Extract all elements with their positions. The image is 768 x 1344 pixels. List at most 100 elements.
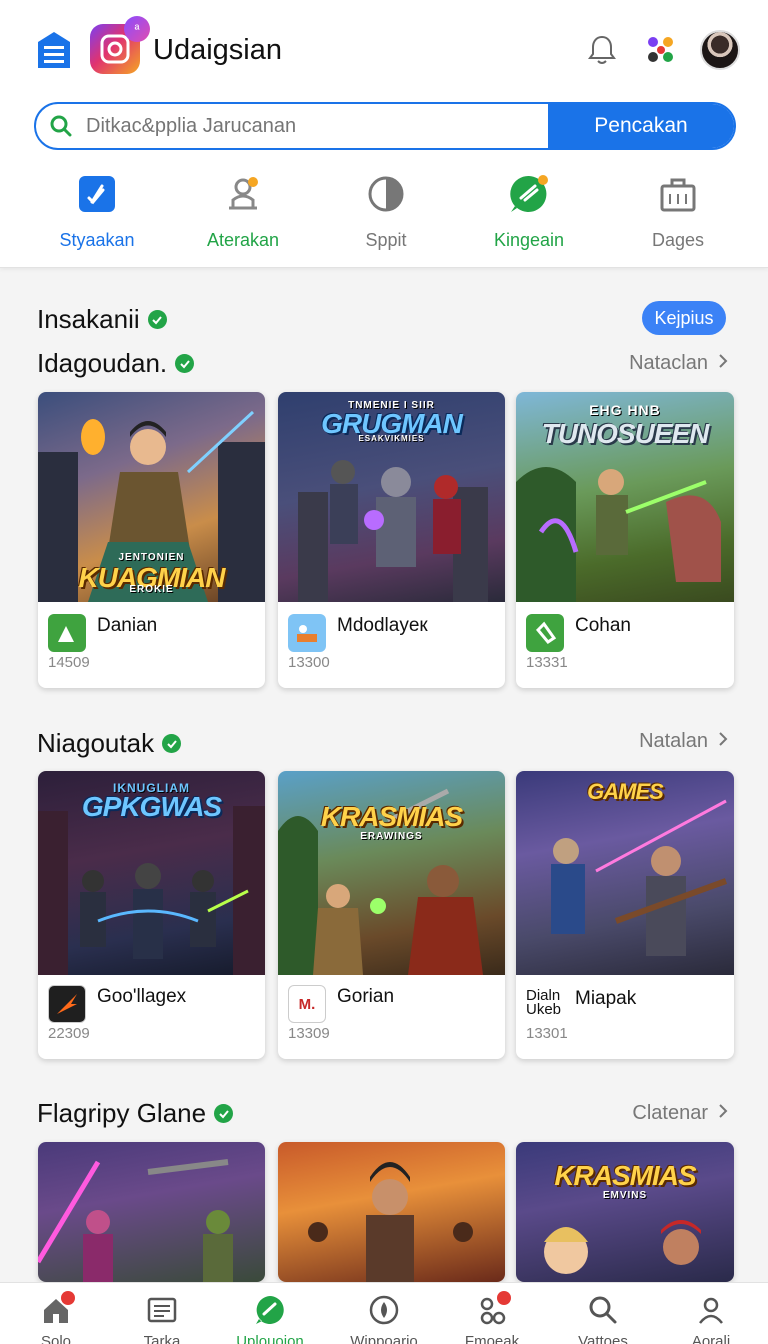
notification-badge (61, 1291, 75, 1305)
verified-check-icon (175, 354, 195, 373)
news-icon (145, 1293, 179, 1327)
section-title: Idagoudan. (37, 348, 168, 378)
artwork-title: GPKGWAS (81, 791, 222, 822)
app-name: Danian (97, 615, 158, 636)
app-icon (48, 614, 86, 652)
app-logo: ª (90, 16, 150, 74)
kejpius-button[interactable]: Kejpius (642, 301, 726, 335)
see-more-label: Nataclan (629, 352, 708, 374)
notification-badge (497, 1291, 511, 1305)
avatar[interactable] (700, 30, 740, 70)
artwork-title: KRASMIAS (320, 801, 463, 832)
tab-styaakan[interactable]: Styaakan (27, 172, 167, 251)
logo-badge-icon: ª (124, 16, 150, 42)
app-title: Udaigsian (153, 34, 282, 66)
game-card[interactable] (38, 1142, 265, 1282)
nav-label: Aorali (691, 1333, 731, 1344)
section-title-niagoutak: Niagoutak (37, 728, 182, 759)
app-name: Gorian (337, 986, 395, 1007)
nav-item-wippoario[interactable]: Wippoario (329, 1293, 439, 1344)
search-button[interactable]: Pencakan (548, 104, 734, 148)
artwork-title: TUNOSUEEN (541, 418, 710, 449)
artwork-subtitle: EMVINS (602, 1190, 648, 1201)
app-name: Goo'llagex (97, 986, 187, 1007)
game-card[interactable]: KRASMIAS EMVINS (516, 1142, 734, 1282)
chat-bubble-icon (507, 172, 551, 216)
app-count: 14509 (48, 654, 90, 671)
apps-grid-icon[interactable] (644, 32, 680, 68)
bell-icon[interactable] (584, 32, 620, 68)
section-title: Niagoutak (37, 728, 155, 758)
menu-icon[interactable] (34, 30, 74, 70)
app-icon: M. (288, 985, 326, 1023)
app-name: Mdodlayeк (337, 615, 428, 636)
artwork-subtitle-2: ESAKVIKMIES (358, 434, 425, 443)
artwork-subtitle-2: EROKIE (129, 584, 174, 595)
game-card[interactable]: IKNUGLIAM GPKGWAS Goo'llagex 22309 (38, 771, 265, 1059)
tab-label: Styaakan (59, 230, 135, 250)
app-name: Cohan (575, 615, 631, 636)
game-artwork: IKNUGLIAM GPKGWAS (38, 771, 265, 975)
nav-item-tarka[interactable]: Tarka (107, 1293, 217, 1344)
tab-label: Sppit (365, 230, 407, 250)
pie-chart-icon (364, 172, 408, 216)
nav-item-solo[interactable]: Solo (1, 1291, 111, 1344)
see-more-link[interactable]: Clatenar (632, 1102, 728, 1125)
see-more-link[interactable]: Natalan (639, 730, 728, 753)
game-artwork: EHG HNB TUNOSUEEN (516, 392, 734, 602)
nav-item-aorali[interactable]: Aorali (656, 1293, 766, 1344)
briefcase-icon (656, 172, 700, 216)
top-bar: ª Udaigsian Pencakan (0, 0, 768, 268)
app-count: 13300 (288, 654, 330, 671)
search-bar: Pencakan (34, 102, 736, 150)
people-icon (475, 1291, 511, 1327)
artwork-subtitle: ERAWINGS (360, 831, 423, 842)
game-artwork: JENTONIEN KUAGMIAN EROKIE (38, 392, 265, 602)
category-tabs: Styaakan Aterakan Sppit Kingeain Dages (0, 172, 768, 262)
chat-icon (253, 1293, 287, 1327)
see-more-label: Natalan (639, 730, 708, 752)
app-count: 13301 (526, 1025, 568, 1042)
chevron-right-icon (718, 730, 728, 753)
nav-label: Wippoario (350, 1333, 418, 1344)
game-card[interactable]: EHG HNB TUNOSUEEN Cohan 13331 (516, 392, 734, 688)
verified-check-icon (214, 1104, 234, 1123)
search-input[interactable] (86, 104, 548, 148)
verified-check-icon (147, 310, 167, 329)
app-count: 13309 (288, 1025, 330, 1042)
game-artwork: TNMENIE I SIIR GRUGMAN ESAKVIKMIES (278, 392, 505, 602)
tab-label: Kingeain (493, 230, 565, 250)
game-card[interactable]: KRASMIAS ERAWINGS M. Gorian 13309 (278, 771, 505, 1059)
game-card[interactable] (278, 1142, 505, 1282)
game-card[interactable]: TNMENIE I SIIR GRUGMAN ESAKVIKMIES Mdodl… (278, 392, 505, 688)
game-card[interactable]: JENTONIEN KUAGMIAN EROKIE Danian 14509 (38, 392, 265, 688)
user-podium-icon (221, 172, 265, 216)
nav-label: Solo (40, 1333, 72, 1344)
see-more-link[interactable]: Nataclan (629, 352, 728, 375)
app-icon (48, 985, 86, 1023)
game-artwork (38, 1142, 265, 1282)
game-card[interactable]: GAMES Dialn Ukeb Miapak 13301 (516, 771, 734, 1059)
tab-kingeain[interactable]: Kingeain (459, 172, 599, 251)
tab-aterakan[interactable]: Aterakan (173, 172, 313, 251)
profile-icon (694, 1293, 728, 1327)
music-note-icon (75, 172, 119, 216)
compass-icon (367, 1293, 401, 1327)
nav-item-vattoes[interactable]: Vattoes (548, 1293, 658, 1344)
see-more-label: Clatenar (632, 1102, 708, 1124)
tab-sppit[interactable]: Sppit (316, 172, 456, 251)
tab-label: Dages (651, 230, 705, 250)
section-title-flagripy-glane: Flagripy Glane (37, 1098, 234, 1129)
artwork-subtitle: EHG HNB (589, 402, 661, 418)
artwork-title: GAMES (587, 779, 664, 804)
section-title-insakanii: Insakanii (37, 304, 167, 335)
nav-item-fmoeak[interactable]: Fmoeak (437, 1291, 547, 1344)
verified-check-icon (162, 734, 182, 753)
section-title-idagoudan: Idagoudan. (37, 348, 195, 379)
section-title: Insakanii (37, 304, 140, 334)
nav-item-uplouoion[interactable]: Uplouoion (215, 1293, 325, 1344)
nav-label: Uplouoion (236, 1333, 304, 1344)
nav-label: Vattoes (578, 1333, 628, 1344)
tab-dages[interactable]: Dages (608, 172, 748, 251)
app-icon (288, 614, 326, 652)
